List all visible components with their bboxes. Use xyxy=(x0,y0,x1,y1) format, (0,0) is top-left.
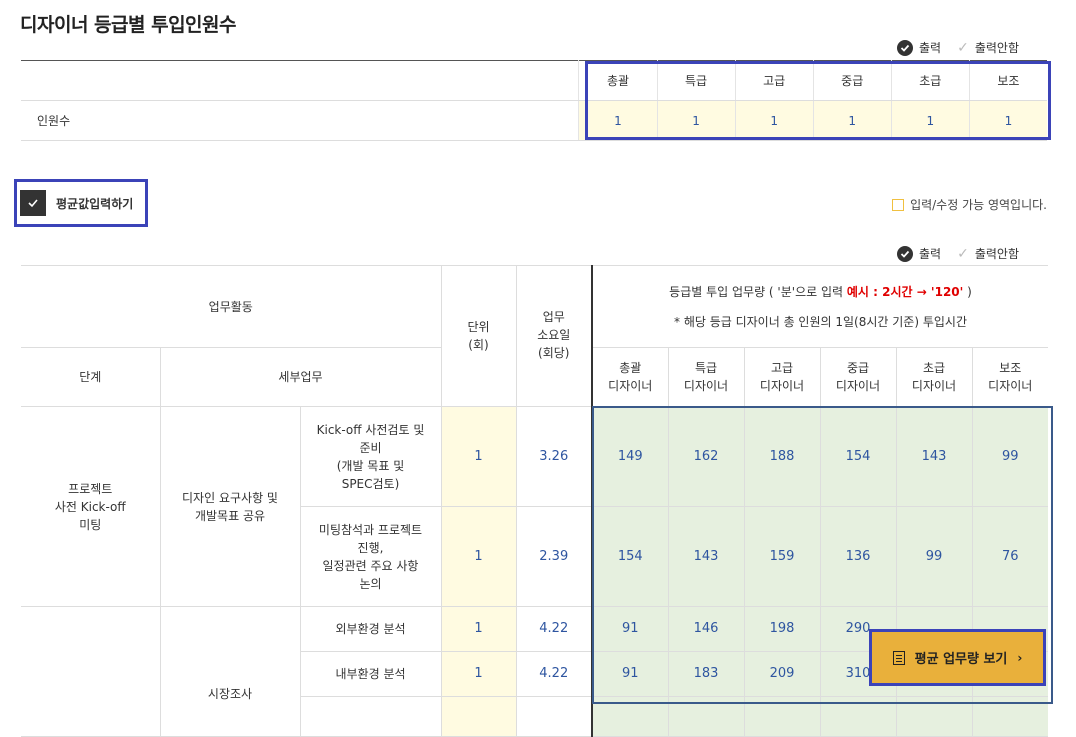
editable-note-text: 입력/수정 가능 영역입니다. xyxy=(910,198,1047,212)
check-circle-icon xyxy=(897,245,913,262)
grade-col-header: 보조 디자이너 xyxy=(971,347,1049,407)
workload-input[interactable] xyxy=(667,696,745,737)
grade-header: 고급 xyxy=(734,60,814,101)
grade-header: 보조 xyxy=(968,60,1047,101)
grade-workload-title: 등급별 투입 업무량 ( '분'으로 입력 예시 : 2시간 → '120' ) xyxy=(669,284,972,299)
grade-header: 총괄 xyxy=(578,60,658,101)
noprint-label: 출력안함 xyxy=(974,41,1019,55)
workload-input[interactable]: 99 xyxy=(895,506,973,607)
workload-input[interactable]: 209 xyxy=(743,651,821,697)
headcount-header-row: 총괄 특급 고급 중급 초급 보조 xyxy=(21,60,1047,101)
workload-input[interactable] xyxy=(971,696,1049,737)
workload-input[interactable]: 154 xyxy=(819,406,897,507)
detail-cell: 시장조사 xyxy=(159,606,301,737)
headcount-input[interactable]: 1 xyxy=(812,100,892,141)
print-label: 출력 xyxy=(919,247,942,261)
checkbox-checked-icon xyxy=(20,190,46,216)
check-light-icon: ✓ xyxy=(957,245,969,262)
grade-col-header: 중급 디자이너 xyxy=(819,347,897,407)
days-cell: 2.39 xyxy=(515,506,593,607)
document-icon xyxy=(892,650,905,665)
grade-workload-subtitle: * 해당 등급 디자이너 총 인원의 1일(8시간 기준) 투입시간 xyxy=(674,314,967,329)
unit-input[interactable]: 1 xyxy=(440,606,517,652)
headcount-table: 총괄 특급 고급 중급 초급 보조 인원수 1 1 1 1 1 1 xyxy=(21,60,1047,141)
workload-input[interactable]: 146 xyxy=(667,606,745,652)
workload-input[interactable]: 143 xyxy=(667,506,745,607)
workload-input[interactable]: 183 xyxy=(667,651,745,697)
table-row: 프로젝트 사전 Kick-off 미팅 디자인 요구사항 및 개발목표 공유 K… xyxy=(21,406,1049,607)
stage-header: 단계 xyxy=(21,347,161,407)
workload-input[interactable]: 136 xyxy=(819,506,897,607)
workload-header-row-1: 업무활동 단위 (회) 업무 소요일 (회당) 등급별 투입 업무량 ( '분'… xyxy=(21,265,1049,407)
task-cell: 내부환경 분석 xyxy=(299,651,442,697)
workload-input[interactable]: 154 xyxy=(591,506,669,607)
unit-input[interactable]: 1 xyxy=(440,406,517,507)
yellow-square-icon xyxy=(892,198,905,211)
workload-input[interactable] xyxy=(895,696,973,737)
headcount-row-label: 인원수 xyxy=(21,100,579,141)
headcount-row: 인원수 1 1 1 1 1 1 xyxy=(21,100,1047,141)
activity-header: 업무활동 xyxy=(21,265,442,348)
avg-workload-label: 평균 업무량 보기 xyxy=(914,652,1008,667)
headcount-input[interactable]: 1 xyxy=(890,100,970,141)
grade-header: 초급 xyxy=(890,60,970,101)
detail-header: 세부업무 xyxy=(159,347,442,407)
headcount-input[interactable]: 1 xyxy=(734,100,814,141)
workload-input[interactable] xyxy=(819,696,897,737)
page-title: 디자이너 등급별 투입인원수 xyxy=(20,14,237,36)
stage-cell xyxy=(21,606,161,737)
workload-input[interactable]: 162 xyxy=(667,406,745,507)
unit-header: 단위 (회) xyxy=(440,265,517,407)
print-legend: 출력 ✓ 출력안함 xyxy=(897,39,1019,56)
noprint-label: 출력안함 xyxy=(974,247,1019,261)
workload-input[interactable]: 91 xyxy=(591,606,669,652)
headcount-input[interactable]: 1 xyxy=(656,100,736,141)
workload-input[interactable]: 143 xyxy=(895,406,973,507)
grade-col-header: 초급 디자이너 xyxy=(895,347,973,407)
headcount-input[interactable]: 1 xyxy=(578,100,658,141)
days-cell: 3.26 xyxy=(515,406,593,507)
unit-input[interactable] xyxy=(440,696,517,737)
days-cell: 4.22 xyxy=(515,606,593,652)
avg-input-label: 평균값입력하기 xyxy=(56,196,134,211)
check-circle-icon xyxy=(897,39,913,56)
workload-input[interactable] xyxy=(591,696,669,737)
workload-input[interactable] xyxy=(743,696,821,737)
task-cell: 미팅참석과 프로젝트 진행, 일정관련 주요 사항 논의 xyxy=(299,506,442,607)
grade-header: 중급 xyxy=(812,60,892,101)
headcount-corner xyxy=(21,60,579,101)
unit-input[interactable]: 1 xyxy=(440,506,517,607)
stage-cell: 프로젝트 사전 Kick-off 미팅 xyxy=(21,406,161,607)
print-legend-2: 출력 ✓ 출력안함 xyxy=(897,245,1019,262)
grade-col-header: 총괄 디자이너 xyxy=(591,347,669,407)
workload-input[interactable]: 149 xyxy=(591,406,669,507)
grade-col-header: 고급 디자이너 xyxy=(743,347,821,407)
avg-input-checkbox[interactable]: 평균값입력하기 xyxy=(16,181,146,225)
workload-input[interactable]: 159 xyxy=(743,506,821,607)
task-cell: Kick-off 사전검토 및 준비 (개발 목표 및 SPEC검토) xyxy=(299,406,442,507)
workload-input[interactable]: 91 xyxy=(591,651,669,697)
days-cell xyxy=(515,696,593,737)
required-days-header: 업무 소요일 (회당) xyxy=(515,265,593,407)
avg-workload-button[interactable]: 평균 업무량 보기 › xyxy=(869,629,1046,686)
headcount-input[interactable]: 1 xyxy=(968,100,1047,141)
print-label: 출력 xyxy=(919,41,942,55)
detail-cell: 디자인 요구사항 및 개발목표 공유 xyxy=(159,406,301,607)
task-cell xyxy=(299,696,442,737)
workload-input[interactable]: 99 xyxy=(971,406,1049,507)
unit-input[interactable]: 1 xyxy=(440,651,517,697)
grade-header: 특급 xyxy=(656,60,736,101)
chevron-right-icon: › xyxy=(1017,650,1023,665)
editable-note: 입력/수정 가능 영역입니다. xyxy=(892,196,1047,213)
grade-col-header: 특급 디자이너 xyxy=(667,347,745,407)
days-cell: 4.22 xyxy=(515,651,593,697)
task-cell: 외부환경 분석 xyxy=(299,606,442,652)
check-light-icon: ✓ xyxy=(957,39,969,56)
workload-input[interactable]: 188 xyxy=(743,406,821,507)
grade-workload-header: 등급별 투입 업무량 ( '분'으로 입력 예시 : 2시간 → '120' )… xyxy=(590,265,1049,348)
workload-input[interactable]: 76 xyxy=(971,506,1049,607)
workload-input[interactable]: 198 xyxy=(743,606,821,652)
